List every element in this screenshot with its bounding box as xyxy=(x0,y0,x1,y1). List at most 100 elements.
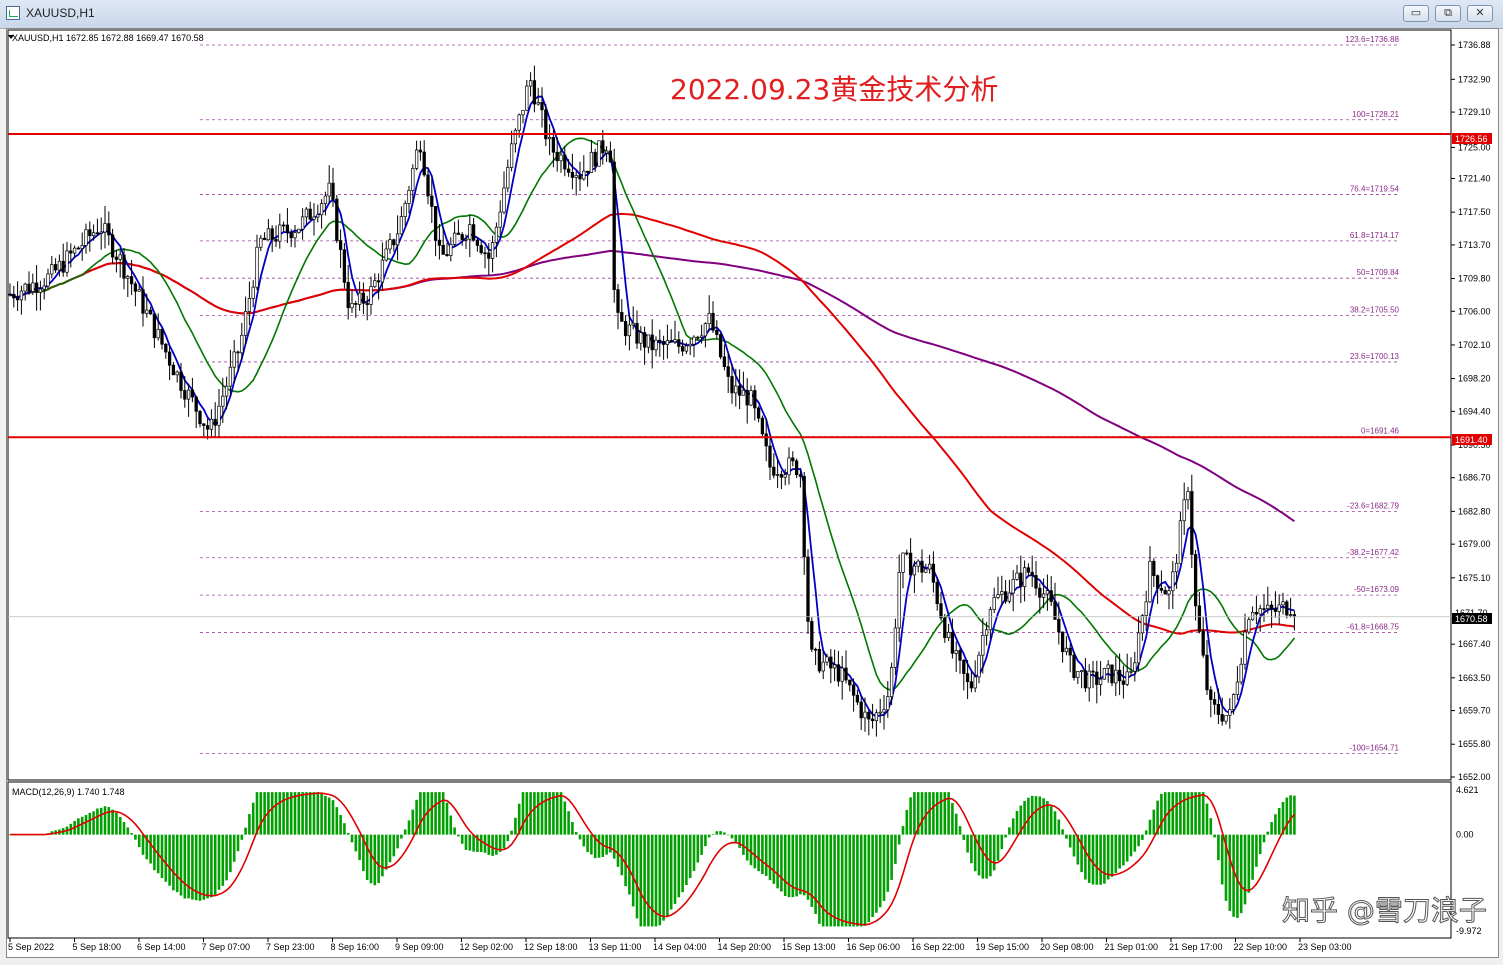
candle-body xyxy=(1057,619,1061,633)
candle-body xyxy=(791,457,795,462)
candle-body xyxy=(433,206,438,241)
candle-body xyxy=(673,339,677,343)
candle-body xyxy=(851,684,856,696)
candle-body xyxy=(354,302,358,305)
macd-histogram-bar xyxy=(179,834,183,896)
candle-body xyxy=(175,371,179,376)
macd-histogram-bar xyxy=(1152,809,1156,835)
candle-body xyxy=(1121,680,1126,685)
macd-histogram-bar xyxy=(479,834,483,852)
macd-histogram-bar xyxy=(350,834,354,843)
candle-body xyxy=(1015,572,1019,580)
macd-histogram-bar xyxy=(369,834,373,884)
macd-histogram-bar xyxy=(1053,811,1057,835)
candle-body xyxy=(787,457,791,476)
macd-histogram-bar xyxy=(354,834,358,852)
time-tick-label: 9 Sep 09:00 xyxy=(395,942,444,952)
macd-histogram-bar xyxy=(308,792,312,835)
candle-body xyxy=(935,581,939,605)
candle-body xyxy=(665,340,670,345)
macd-histogram-bar xyxy=(213,834,217,895)
candle-body xyxy=(1186,491,1190,501)
candle-body xyxy=(616,289,620,313)
macd-histogram-bar xyxy=(951,802,954,835)
candle-body xyxy=(243,311,248,336)
time-tick-label: 6 Sep 14:00 xyxy=(137,942,186,952)
time-tick-label: 13 Sep 11:00 xyxy=(589,942,642,952)
macd-histogram-bar xyxy=(183,834,187,899)
macd-histogram-bar xyxy=(738,834,741,848)
candle-body xyxy=(973,676,977,689)
candle-body xyxy=(274,239,278,242)
candle-body xyxy=(247,298,252,312)
candle-body xyxy=(202,423,206,426)
candle-body xyxy=(642,332,647,348)
candle-body xyxy=(783,474,787,478)
price-tick-label: 1729.10 xyxy=(1458,107,1491,117)
macd-histogram-bar xyxy=(1148,819,1152,835)
price-chart[interactable]: 123.6=1736.88 100=1728.21 76.4=1719.54 61.8… xyxy=(0,0,1503,965)
macd-histogram-bar xyxy=(780,834,783,892)
macd-histogram-bar xyxy=(407,820,411,835)
candle-body xyxy=(342,249,347,283)
macd-histogram-bar xyxy=(631,834,635,907)
macd-header: MACD(12,26,9) 1.740 1.748 xyxy=(12,787,125,797)
candle-body xyxy=(1064,647,1069,653)
macd-histogram-bar xyxy=(1068,834,1072,848)
candle-body xyxy=(31,282,35,292)
candle-body xyxy=(1243,631,1247,665)
candle-body xyxy=(810,621,814,650)
macd-histogram-bar xyxy=(833,834,836,927)
candle-body xyxy=(1224,714,1228,722)
candle-body xyxy=(99,231,103,234)
candle-body xyxy=(217,405,221,426)
macd-histogram-bar xyxy=(411,809,415,835)
macd-histogram-bar xyxy=(175,834,179,893)
macd-histogram-bar xyxy=(802,834,806,896)
macd-histogram-bar xyxy=(240,834,244,840)
candle-body xyxy=(601,140,605,154)
macd-histogram-bar xyxy=(331,800,335,835)
macd-histogram-bar xyxy=(198,834,202,901)
candle-body xyxy=(388,239,392,250)
macd-histogram-bar xyxy=(335,807,339,835)
candle-body xyxy=(654,339,658,351)
candle-body xyxy=(996,594,1000,598)
macd-histogram-bar xyxy=(510,830,513,835)
macd-histogram-bar xyxy=(894,834,897,864)
macd-histogram-bar xyxy=(422,792,426,835)
macd-histogram-bar xyxy=(384,834,388,870)
analysis-headline: 2022.09.23黄金技术分析 xyxy=(670,73,998,106)
macd-histogram-bar xyxy=(787,834,791,898)
macd-histogram-bar xyxy=(605,834,608,855)
symbol-header: XAUUSD,H1 1672.85 1672.88 1669.47 1670.5… xyxy=(12,33,204,43)
macd-histogram-bar xyxy=(1262,834,1266,843)
macd-histogram-bar xyxy=(711,833,715,835)
time-tick-label: 12 Sep 18:00 xyxy=(524,942,578,952)
candle-body xyxy=(855,694,860,703)
candle-body xyxy=(1091,670,1095,673)
candle-body xyxy=(198,410,202,425)
candle-body xyxy=(749,390,753,406)
candle-body xyxy=(829,656,833,669)
macd-histogram-bar xyxy=(430,792,434,835)
macd-histogram-bar xyxy=(935,792,939,835)
candle-body xyxy=(1129,670,1133,673)
candle-body xyxy=(874,712,879,722)
time-tick-label: 12 Sep 02:00 xyxy=(460,942,514,952)
macd-histogram-bar xyxy=(818,834,821,924)
candle-body xyxy=(418,149,423,153)
candle-body xyxy=(988,609,993,631)
macd-histogram-bar xyxy=(700,834,703,855)
candle-body xyxy=(262,237,267,241)
candle-body xyxy=(95,232,100,235)
macd-histogram-bar xyxy=(320,793,323,835)
macd-histogram-bar xyxy=(305,792,308,835)
time-tick-label: 7 Sep 23:00 xyxy=(266,942,315,952)
candle-body xyxy=(483,252,487,255)
candle-body xyxy=(756,407,761,419)
macd-histogram-bar xyxy=(1080,834,1083,873)
macd-histogram-bar xyxy=(270,792,274,835)
macd-histogram-bar xyxy=(1065,834,1068,839)
macd-tick-label: -9.972 xyxy=(1456,926,1482,936)
